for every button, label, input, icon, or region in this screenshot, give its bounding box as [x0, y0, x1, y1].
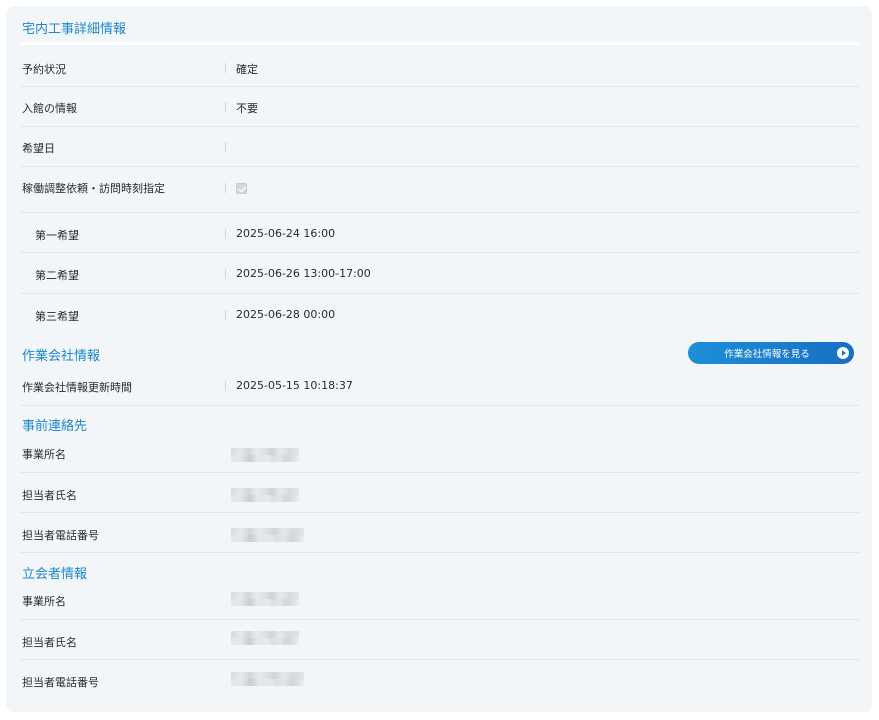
- reservation-status-label: 予約状況: [22, 63, 66, 76]
- first-choice-label: 第一希望: [35, 229, 79, 242]
- row-separator: [225, 229, 226, 239]
- first-choice-row: 第一希望 2025-06-24 16:00: [20, 213, 860, 253]
- building-entry-row: 入館の情報 不要: [20, 87, 860, 127]
- prior-contact-office-label: 事業所名: [22, 448, 66, 461]
- building-entry-value: 不要: [236, 102, 258, 115]
- work-company-updated-label: 作業会社情報更新時間: [22, 381, 132, 394]
- attendee-person-label: 担当者氏名: [22, 636, 77, 649]
- desired-date-label: 希望日: [22, 142, 55, 155]
- reservation-status-row: 予約状況 確定: [20, 50, 860, 87]
- prior-contact-office-row: 事業所名: [20, 432, 860, 473]
- building-entry-label: 入館の情報: [22, 102, 77, 115]
- attendee-phone-row: 担当者電話番号: [20, 660, 860, 700]
- third-choice-row: 第三希望 2025-06-28 00:00: [20, 294, 860, 330]
- desired-date-row: 希望日: [20, 127, 860, 167]
- attendee-phone-label: 担当者電話番号: [22, 676, 99, 689]
- row-separator: [225, 183, 226, 193]
- section-title-divider: [20, 42, 860, 45]
- second-choice-row: 第二希望 2025-06-26 13:00-17:00: [20, 253, 860, 294]
- attendee-person-row: 担当者氏名: [20, 620, 860, 660]
- prior-contact-phone-row: 担当者電話番号: [20, 513, 860, 553]
- work-company-updated-value: 2025-05-15 10:18:37: [236, 379, 353, 392]
- first-choice-value: 2025-06-24 16:00: [236, 227, 336, 240]
- attendee-office-label: 事業所名: [22, 595, 66, 608]
- redacted-value: [231, 592, 299, 606]
- prior-contact-person-label: 担当者氏名: [22, 489, 77, 502]
- redacted-value: [231, 488, 299, 502]
- visit-time-request-checkbox[interactable]: [236, 183, 247, 194]
- prior-contact-person-row: 担当者氏名: [20, 473, 860, 513]
- redacted-value: [231, 528, 304, 542]
- play-circle-icon: [837, 347, 849, 359]
- row-separator: [225, 310, 226, 320]
- home-work-section-title: 宅内工事詳細情報: [22, 22, 127, 37]
- redacted-value: [231, 631, 299, 645]
- row-separator: [225, 381, 226, 391]
- view-work-company-button-label: 作業会社情報を見る: [724, 349, 810, 360]
- row-separator: [225, 102, 226, 112]
- second-choice-value: 2025-06-26 13:00-17:00: [236, 267, 371, 280]
- row-separator: [225, 269, 226, 279]
- redacted-value: [231, 672, 304, 686]
- reservation-status-value: 確定: [236, 63, 258, 76]
- work-company-section-title: 作業会社情報: [22, 349, 101, 364]
- second-choice-label: 第二希望: [35, 269, 79, 282]
- view-work-company-button[interactable]: 作業会社情報を見る: [688, 342, 854, 364]
- row-separator: [225, 63, 226, 73]
- prior-contact-phone-label: 担当者電話番号: [22, 529, 99, 542]
- checkmark-icon: [238, 186, 247, 193]
- work-company-updated-row: 作業会社情報更新時間 2025-05-15 10:18:37: [20, 368, 860, 406]
- row-separator: [225, 142, 226, 152]
- third-choice-label: 第三希望: [35, 310, 79, 323]
- visit-time-request-label: 稼働調整依頼・訪問時刻指定: [22, 182, 165, 195]
- visit-time-request-row: 稼働調整依頼・訪問時刻指定: [20, 167, 860, 213]
- detail-card: 宅内工事詳細情報 予約状況 確定 入館の情報 不要 希望日 稼働調整依頼・訪問時…: [6, 6, 872, 712]
- redacted-value: [231, 448, 299, 462]
- third-choice-value: 2025-06-28 00:00: [236, 308, 336, 321]
- attendee-office-row: 事業所名: [20, 580, 860, 620]
